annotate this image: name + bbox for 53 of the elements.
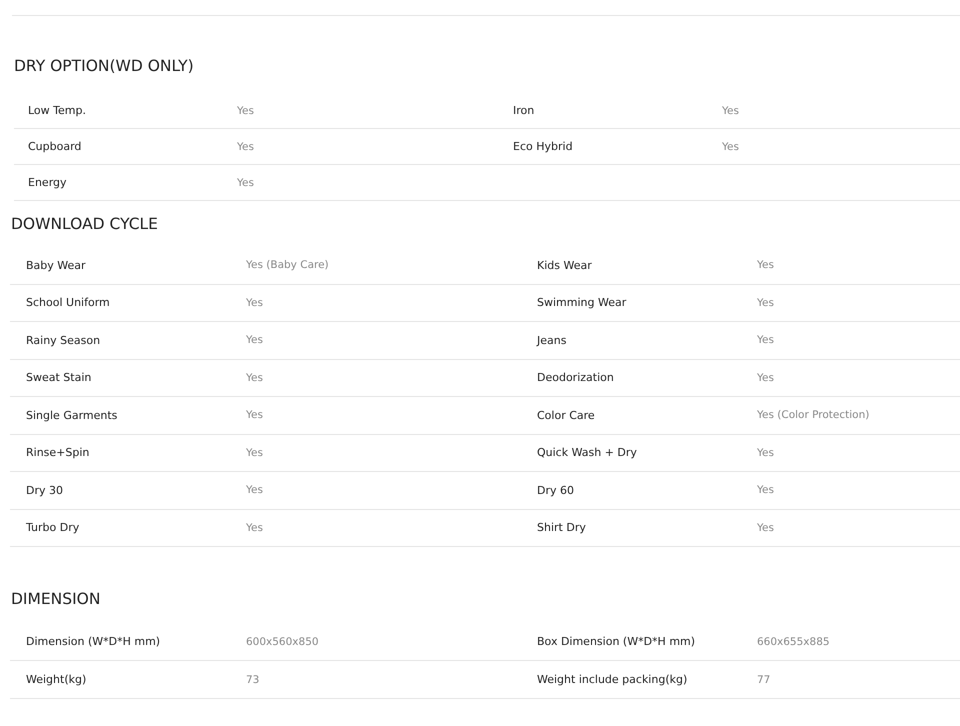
spec-label: Dimension (W*D*H mm): [26, 635, 162, 648]
spec-value: Yes: [757, 334, 775, 346]
spec-label: Turbo Dry: [26, 521, 80, 534]
spec-value: 600x560x850: [246, 636, 320, 648]
spec-value: Yes: [246, 446, 264, 459]
spec-value: Yes: [757, 446, 775, 459]
spec-value: Yes: [757, 372, 775, 384]
spec-value: Yes: [757, 296, 775, 309]
spec-value: Yes (Baby Care): [246, 259, 330, 272]
spec-label: Dry 60: [537, 484, 575, 497]
spec-label: Shirt Dry: [537, 521, 587, 534]
spec-label: Rinse+Spin: [26, 446, 90, 460]
spec-label: Box Dimension (W*D*H mm): [537, 635, 696, 648]
section-heading: DIMENSION: [10, 589, 102, 610]
spec-value: Yes: [246, 372, 264, 384]
spec-value: Yes: [757, 259, 775, 272]
spec-value: Yes: [246, 522, 264, 534]
spec-label: Rainy Season: [26, 334, 102, 347]
spec-label: Baby Wear: [26, 258, 87, 272]
spec-value: Yes: [246, 484, 264, 496]
spec-value: Yes: [246, 409, 264, 422]
spec-value: Yes: [722, 104, 740, 116]
spec-label: Weight(kg): [26, 673, 88, 686]
spec-value: Yes: [757, 484, 775, 496]
spec-label: Iron: [513, 104, 536, 117]
spec-value: Yes: [237, 104, 255, 116]
spec-label: Weight include packing(kg): [537, 673, 688, 686]
spec-value: 73: [246, 674, 260, 686]
spec-value: 660x655x885: [757, 636, 831, 648]
spec-value: 77: [757, 674, 772, 686]
spec-label: Kids Wear: [537, 258, 593, 272]
section-heading: DRY OPTION(WD ONLY): [14, 56, 195, 77]
spec-label: Color Care: [537, 408, 596, 422]
spec-label: Energy: [28, 176, 68, 189]
spec-label: Deodorization: [537, 371, 615, 384]
spec-value: Yes: [246, 296, 264, 309]
spec-value: Yes (Color Protection): [757, 409, 870, 422]
spec-label: Single Garments: [26, 408, 118, 422]
spec-label: School Uniform: [26, 296, 111, 310]
section-heading: DOWNLOAD CYCLE: [10, 214, 159, 235]
spec-value: Yes: [237, 176, 255, 188]
spec-label: Cupboard: [28, 140, 82, 153]
spec-value: Yes: [246, 334, 264, 346]
spec-value: Yes: [722, 140, 740, 152]
spec-label: Swimming Wear: [537, 296, 628, 310]
spec-label: Eco Hybrid: [513, 140, 574, 153]
spec-label: Sweat Stain: [26, 371, 92, 384]
spec-value: Yes: [237, 140, 255, 152]
spec-label: Dry 30: [26, 484, 64, 497]
spec-value: Yes: [757, 522, 775, 534]
spec-label: Quick Wash + Dry: [537, 446, 638, 460]
spec-label: Jeans: [537, 334, 568, 347]
spec-label: Low Temp.: [28, 104, 87, 117]
